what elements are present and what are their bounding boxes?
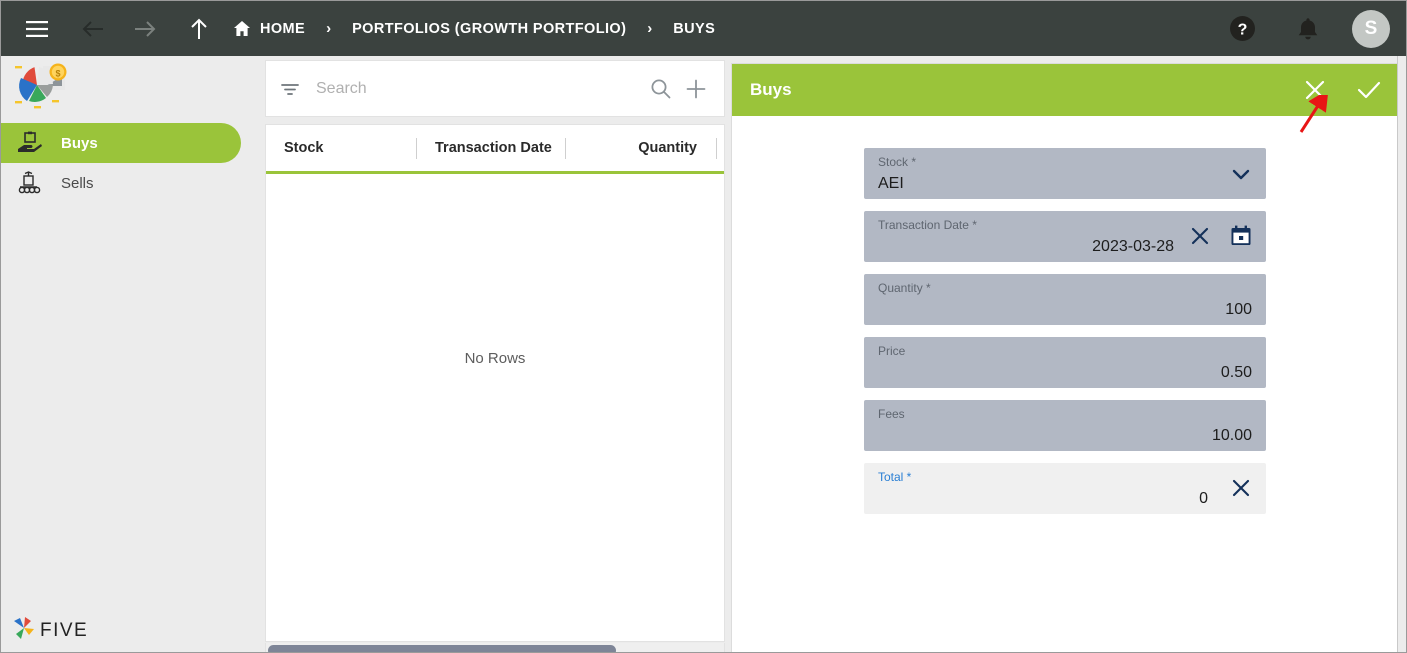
column-header-stock[interactable]: Stock: [284, 125, 324, 171]
application-window: HOME › PORTFOLIOS (GROWTH PORTFOLIO) › B…: [0, 0, 1407, 653]
chevron-right-icon: ›: [647, 20, 653, 37]
svg-text:?: ?: [1237, 22, 1247, 39]
horizontal-scrollbar-thumb[interactable]: [268, 645, 616, 652]
field-stock[interactable]: Stock * AEI: [864, 148, 1266, 199]
five-brand-label: FIVE: [40, 619, 89, 641]
field-label-quantity: Quantity *: [878, 281, 931, 295]
field-price[interactable]: Price 0.50: [864, 337, 1266, 388]
top-navigation-bar: HOME › PORTFOLIOS (GROWTH PORTFOLIO) › B…: [1, 1, 1406, 56]
breadcrumb-label-buys: BUYS: [673, 20, 716, 37]
sidebar-item-sells[interactable]: Sells: [1, 163, 263, 203]
chevron-right-icon: ›: [326, 20, 332, 37]
buys-form-panel: Buys Stock * AEI Transaction Date * 2023…: [731, 63, 1399, 652]
field-fees[interactable]: Fees 10.00: [864, 400, 1266, 451]
empty-state-message: No Rows: [464, 350, 526, 367]
field-total[interactable]: Total * 0: [864, 463, 1266, 514]
sidebar-item-buys[interactable]: Buys: [1, 123, 241, 163]
field-label-transaction-date: Transaction Date *: [878, 218, 977, 232]
field-label-fees: Fees: [878, 407, 905, 421]
form-header-actions: [1300, 64, 1384, 116]
svg-text:$: $: [55, 69, 60, 79]
arrow-left-icon[interactable]: [71, 7, 115, 51]
records-grid: Stock Transaction Date Quantity No Rows: [265, 124, 725, 642]
field-label-price: Price: [878, 344, 906, 358]
home-icon: [233, 20, 251, 38]
field-value-transaction-date: 2023-03-28: [1092, 238, 1174, 255]
right-gutter: [1397, 56, 1406, 652]
clear-date-icon[interactable]: [1189, 225, 1211, 252]
clear-total-icon[interactable]: [1230, 477, 1252, 504]
column-header-transaction-date[interactable]: Transaction Date: [435, 125, 552, 171]
field-value-quantity: 100: [1225, 301, 1252, 318]
breadcrumb-item-buys[interactable]: BUYS: [673, 21, 715, 37]
check-icon[interactable]: [1354, 75, 1384, 105]
calendar-icon[interactable]: [1230, 225, 1252, 252]
five-pinwheel-logo: [11, 615, 37, 646]
breadcrumb-label-home: HOME: [260, 20, 306, 37]
breadcrumb-label-portfolios: PORTFOLIOS (GROWTH PORTFOLIO): [352, 20, 627, 37]
five-brand-footer: FIVE: [11, 615, 88, 646]
hand-coins-icon: [15, 168, 45, 198]
breadcrumb-item-portfolios[interactable]: PORTFOLIOS (GROWTH PORTFOLIO): [352, 21, 626, 37]
hamburger-icon[interactable]: [15, 7, 59, 51]
form-body: Stock * AEI Transaction Date * 2023-03-2…: [732, 116, 1398, 514]
search-bar: [265, 60, 725, 117]
column-divider[interactable]: [565, 138, 566, 159]
breadcrumb-item-home[interactable]: HOME: [233, 20, 305, 38]
filter-icon[interactable]: [280, 81, 300, 97]
field-quantity[interactable]: Quantity * 100: [864, 274, 1266, 325]
avatar[interactable]: S: [1352, 9, 1390, 48]
close-icon[interactable]: [1300, 75, 1330, 105]
grid-header-row: Stock Transaction Date Quantity: [266, 125, 724, 174]
form-header: Buys: [732, 64, 1398, 116]
hand-receive-box-icon: [15, 128, 45, 158]
sidebar-item-label: Buys: [61, 134, 98, 152]
field-value-fees: 10.00: [1211, 427, 1252, 444]
top-bar-actions: ? S: [1220, 1, 1390, 56]
list-panel: Stock Transaction Date Quantity No Rows: [263, 56, 731, 652]
search-icon[interactable]: [642, 71, 678, 107]
plus-icon[interactable]: [678, 71, 714, 107]
field-label-stock: Stock *: [878, 155, 917, 169]
arrow-up-icon[interactable]: [177, 7, 221, 51]
field-transaction-date[interactable]: Transaction Date * 2023-03-28: [864, 211, 1266, 262]
help-circle-icon[interactable]: ?: [1220, 7, 1264, 51]
chevron-down-icon[interactable]: [1230, 163, 1252, 190]
grid-body: No Rows: [266, 174, 724, 637]
sidebar-item-label: Sells: [61, 174, 94, 192]
form-title: Buys: [750, 80, 792, 99]
sidebar: $ Buys Sells FIVE: [1, 56, 263, 652]
field-value-total: 0: [1199, 490, 1208, 507]
field-value-stock: AEI: [878, 175, 904, 192]
field-value-price: 0.50: [1220, 364, 1252, 381]
breadcrumb: HOME › PORTFOLIOS (GROWTH PORTFOLIO) › B…: [233, 20, 715, 38]
column-divider[interactable]: [416, 138, 417, 159]
horizontal-scrollbar[interactable]: [265, 643, 725, 652]
column-header-quantity[interactable]: Quantity: [586, 125, 697, 171]
field-label-total: Total *: [878, 470, 912, 484]
pie-chart-coin-logo: $: [13, 60, 71, 112]
column-divider[interactable]: [716, 138, 717, 159]
bell-icon[interactable]: [1286, 7, 1330, 51]
search-input[interactable]: [316, 79, 642, 98]
sidebar-nav: Buys Sells: [1, 123, 263, 203]
arrow-right-icon[interactable]: [123, 7, 167, 51]
